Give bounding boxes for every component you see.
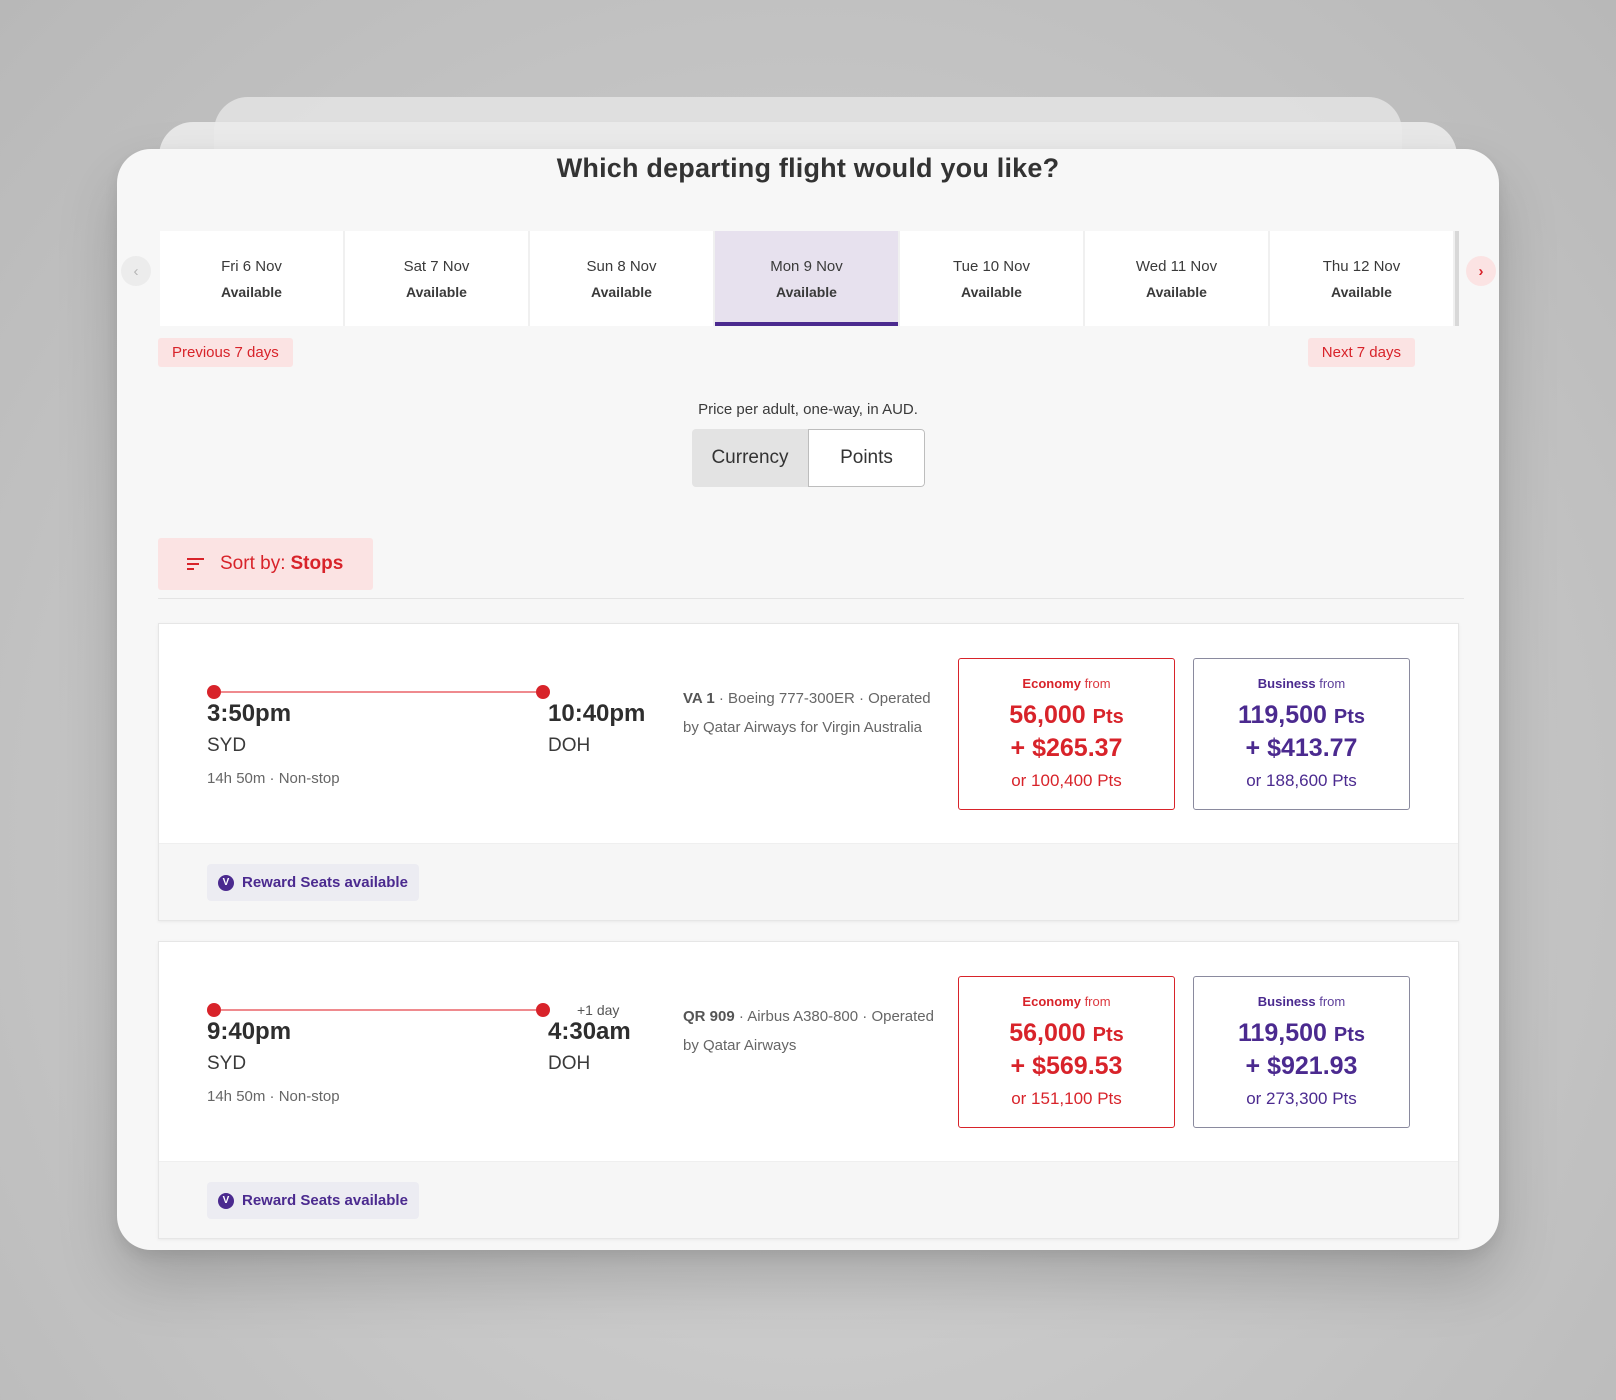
page-title: Which departing flight would you like? bbox=[556, 153, 1060, 183]
fare-alt-points: or 100,400 Pts bbox=[1011, 771, 1122, 790]
date-label: Sat 7 Nov bbox=[403, 257, 470, 275]
fare-alt-points: or 151,100 Pts bbox=[1011, 1089, 1122, 1108]
fare-points: 119,500 bbox=[1237, 1019, 1327, 1047]
destination-dot-icon bbox=[536, 685, 550, 699]
arrival-time: 4:30am bbox=[548, 1018, 631, 1045]
date-status: Available bbox=[1146, 283, 1207, 300]
fare-alt-points: or 273,300 Pts bbox=[1246, 1089, 1357, 1108]
virgin-v-icon: V bbox=[218, 1192, 234, 1209]
arrival-airport: DOH bbox=[548, 735, 591, 756]
sort-value: Stops bbox=[290, 553, 344, 574]
date-label: Thu 12 Nov bbox=[1322, 257, 1401, 275]
date-status: Available bbox=[406, 283, 467, 300]
currency-points-toggle: Currency Points bbox=[692, 429, 925, 487]
divider bbox=[158, 598, 1464, 599]
departure-airport: SYD bbox=[207, 735, 247, 756]
sort-label: Sort by: bbox=[220, 553, 286, 574]
plus-day-label: +1 day bbox=[577, 1002, 620, 1018]
business-fare-button[interactable]: Business from 119,500 Pts + $413.77 or 1… bbox=[1193, 658, 1410, 810]
fare-points: 56,000 bbox=[1009, 701, 1086, 729]
route-line bbox=[207, 685, 550, 699]
flight-selection-panel: Which departing flight would you like? ‹… bbox=[117, 149, 1499, 1250]
flight-duration: 14h 50m · Non-stop bbox=[207, 770, 340, 787]
fare-from: from bbox=[1084, 676, 1111, 691]
departure-time: 3:50pm bbox=[207, 700, 292, 727]
departure-airport: SYD bbox=[207, 1053, 247, 1074]
date-status: Available bbox=[221, 283, 282, 300]
flight-number: VA 1 bbox=[683, 690, 715, 707]
reward-seats-label: Reward Seats available bbox=[242, 1192, 408, 1209]
economy-fare-button[interactable]: Economy from 56,000 Pts + $569.53 or 151… bbox=[958, 976, 1175, 1128]
fare-points: 119,500 bbox=[1237, 701, 1327, 729]
fare-cash: + $265.37 bbox=[1010, 734, 1123, 762]
arrival-airport: DOH bbox=[548, 1053, 591, 1074]
fare-cash: + $413.77 bbox=[1245, 734, 1358, 762]
date-strip: Fri 6 Nov Available Sat 7 Nov Available … bbox=[160, 231, 1459, 326]
flight-details: QR 909 · Airbus A380-800 · Operated by Q… bbox=[683, 1002, 948, 1060]
date-label: Sun 8 Nov bbox=[586, 257, 657, 275]
reward-seats-badge: V Reward Seats available bbox=[207, 1182, 419, 1219]
flight-details: VA 1 · Boeing 777-300ER · Operated by Qa… bbox=[683, 684, 948, 742]
date-tab[interactable]: Sat 7 Nov Available bbox=[345, 231, 530, 326]
departure-time: 9:40pm bbox=[207, 1018, 292, 1045]
flight-duration: 14h 50m · Non-stop bbox=[207, 1088, 340, 1105]
date-tab[interactable]: Wed 11 Nov Available bbox=[1085, 231, 1270, 326]
chevron-left-icon[interactable]: ‹ bbox=[121, 256, 151, 286]
date-tab[interactable]: Tue 10 Nov Available bbox=[900, 231, 1085, 326]
fare-points: 56,000 bbox=[1009, 1019, 1086, 1047]
economy-fare-button[interactable]: Economy from 56,000 Pts + $265.37 or 100… bbox=[958, 658, 1175, 810]
fare-from: from bbox=[1319, 994, 1346, 1009]
fare-class: Business bbox=[1257, 994, 1316, 1009]
date-tab[interactable]: Sun 8 Nov Available bbox=[530, 231, 715, 326]
fare-from: from bbox=[1084, 994, 1111, 1009]
aircraft-operator: · Boeing 777-300ER · Operated by Qatar A… bbox=[683, 690, 931, 736]
virgin-v-icon: V bbox=[218, 874, 234, 891]
date-label: Fri 6 Nov bbox=[221, 257, 282, 275]
fare-cash: + $921.93 bbox=[1245, 1052, 1358, 1080]
fare-points-unit: Pts bbox=[1333, 1024, 1366, 1046]
date-status: Available bbox=[961, 283, 1022, 300]
fare-alt-points: or 188,600 Pts bbox=[1246, 771, 1357, 790]
destination-dot-icon bbox=[536, 1003, 550, 1017]
fare-class: Business bbox=[1257, 676, 1316, 691]
flight-card-footer: V Reward Seats available bbox=[159, 843, 1458, 920]
route-line bbox=[207, 1003, 550, 1017]
toggle-points[interactable]: Points bbox=[808, 429, 925, 487]
flight-card: +1 day 9:40pm 4:30am SYD DOH 14h 50m · N… bbox=[158, 941, 1459, 1239]
reward-seats-badge: V Reward Seats available bbox=[207, 864, 419, 901]
sort-button[interactable]: Sort by: Stops bbox=[158, 538, 373, 590]
date-label: Tue 10 Nov bbox=[953, 257, 1030, 275]
origin-dot-icon bbox=[207, 1003, 221, 1017]
chevron-right-icon[interactable]: › bbox=[1466, 256, 1496, 286]
reward-seats-label: Reward Seats available bbox=[242, 874, 408, 891]
fare-class: Economy bbox=[1022, 676, 1081, 691]
arrival-time: 10:40pm bbox=[548, 700, 646, 727]
sort-icon bbox=[187, 555, 204, 573]
backdrop: Which departing flight would you like? ‹… bbox=[0, 0, 1616, 1400]
fare-cash: + $569.53 bbox=[1010, 1052, 1123, 1080]
date-tab[interactable]: Thu 12 Nov Available bbox=[1270, 231, 1455, 326]
date-tab-selected[interactable]: Mon 9 Nov Available bbox=[715, 231, 900, 326]
date-label: Mon 9 Nov bbox=[770, 257, 843, 275]
flight-card-footer: V Reward Seats available bbox=[159, 1161, 1458, 1238]
date-tab[interactable]: Fri 6 Nov Available bbox=[160, 231, 345, 326]
price-note: Price per adult, one-way, in AUD. bbox=[698, 401, 918, 418]
toggle-currency[interactable]: Currency bbox=[692, 429, 808, 487]
fare-from: from bbox=[1319, 676, 1346, 691]
date-status: Available bbox=[776, 283, 837, 300]
date-status: Available bbox=[1331, 283, 1392, 300]
flight-card: 3:50pm 10:40pm SYD DOH 14h 50m · Non-sto… bbox=[158, 623, 1459, 921]
business-fare-button[interactable]: Business from 119,500 Pts + $921.93 or 2… bbox=[1193, 976, 1410, 1128]
fare-points-unit: Pts bbox=[1333, 706, 1366, 728]
fare-class: Economy bbox=[1022, 994, 1081, 1009]
previous-7-days-button[interactable]: Previous 7 days bbox=[158, 338, 293, 367]
origin-dot-icon bbox=[207, 685, 221, 699]
fare-points-unit: Pts bbox=[1092, 706, 1124, 728]
next-7-days-button[interactable]: Next 7 days bbox=[1307, 338, 1415, 367]
flight-number: QR 909 bbox=[683, 1008, 735, 1025]
fare-points-unit: Pts bbox=[1092, 1024, 1124, 1046]
date-status: Available bbox=[591, 283, 652, 300]
date-label: Wed 11 Nov bbox=[1135, 257, 1218, 275]
